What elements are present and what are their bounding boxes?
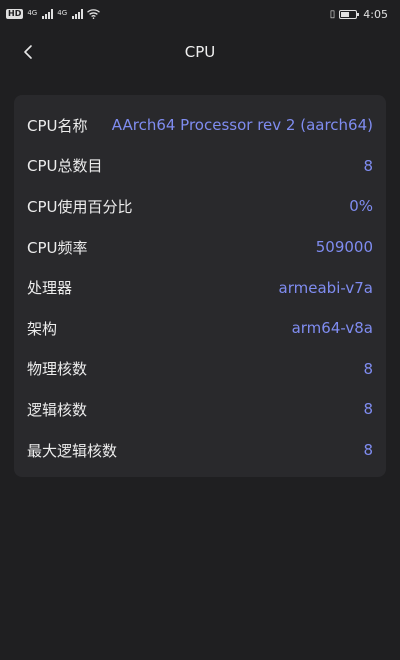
info-row-value: 8 [363,400,373,419]
info-row: 最大逻辑核数 8 [27,430,373,471]
sim2-signal-icon [72,9,84,19]
info-row: CPU频率 509000 [27,227,373,268]
info-row-value: armeabi-v7a [278,278,373,297]
info-row-label: 逻辑核数 [27,400,88,419]
status-bar-left: HD 4G 4G [6,9,101,19]
page-title: CPU [184,43,216,61]
info-row-value: 8 [363,359,373,378]
info-row-value: AArch64 Processor rev 2 (aarch64) [111,116,373,135]
info-row-value: 8 [363,441,373,460]
page-header: CPU [0,28,400,76]
info-row-label: 物理核数 [27,360,88,379]
vibrate-icon: ▯ [329,8,336,20]
status-bar-right: ▯ 4:05 [330,8,388,21]
info-row-value: 0% [349,197,373,216]
back-button[interactable] [14,38,42,66]
wifi-icon [87,9,101,19]
info-row: CPU总数目 8 [27,146,373,187]
info-row: CPU使用百分比 0% [27,186,373,227]
info-row: 逻辑核数 8 [27,389,373,430]
info-row-value: 509000 [315,238,373,257]
info-row: 物理核数 8 [27,349,373,390]
info-row: 架构 arm64-v8a [27,308,373,349]
status-bar: HD 4G 4G ▯ 4:05 [0,0,400,28]
info-row-label: CPU使用百分比 [27,197,133,216]
info-row-label: 最大逻辑核数 [27,441,118,460]
chevron-left-icon [24,45,32,59]
battery-icon [339,9,360,19]
info-row: 处理器 armeabi-v7a [27,267,373,308]
info-row-value: 8 [363,156,373,175]
sim2-network-label: 4G [57,9,68,17]
info-row-label: CPU总数目 [27,157,103,176]
info-row-value: arm64-v8a [291,319,373,338]
cpu-info-card: CPU名称 AArch64 Processor rev 2 (aarch64) CP… [14,95,386,477]
sim1-network-label: 4G [27,9,38,17]
info-row-label: CPU名称 [27,116,88,135]
info-row-label: 处理器 [27,279,73,298]
battery-fill [341,11,349,17]
info-row-label: 架构 [27,319,58,338]
status-time: 4:05 [363,7,388,21]
hd-badge: HD [6,9,24,19]
info-row-label: CPU频率 [27,238,88,257]
sim1-signal-icon [42,9,54,19]
info-row: CPU名称 AArch64 Processor rev 2 (aarch64) [27,105,373,146]
